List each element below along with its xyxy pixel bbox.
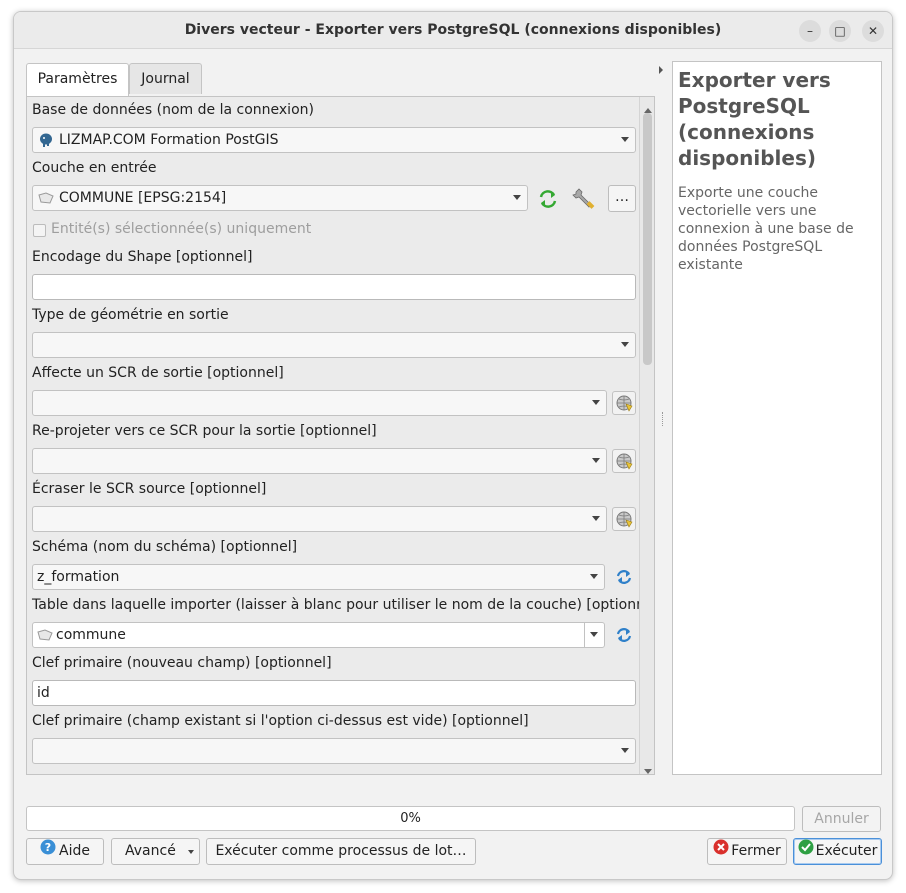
pk-existing-combo[interactable] <box>32 738 636 764</box>
tab-journal[interactable]: Journal <box>129 63 202 94</box>
help-button-label: Aide <box>59 843 90 859</box>
database-value: LIZMAP.COM Formation PostGIS <box>59 132 279 148</box>
advanced-button-label: Avancé <box>125 843 176 859</box>
database-label: Base de données (nom de la connexion) <box>32 102 314 118</box>
postgresql-elephant-icon <box>38 132 54 152</box>
minimize-button[interactable]: – <box>799 20 821 42</box>
table-value: commune <box>56 627 126 643</box>
svg-text:?: ? <box>45 841 51 854</box>
parameters-panel: Base de données (nom de la connexion) LI… <box>26 96 655 775</box>
help-pane: Exporter vers PostgreSQL (connexions dis… <box>672 61 882 775</box>
refresh-icon[interactable] <box>614 625 634 645</box>
chevron-down-icon <box>513 195 521 200</box>
window-title: Divers vecteur - Exporter vers PostgreSQ… <box>184 22 722 38</box>
table-combo[interactable]: commune <box>32 622 605 648</box>
selected-only-label: Entité(s) sélectionnée(s) uniquement <box>51 221 312 237</box>
pk-existing-label: Clef primaire (champ existant si l'optio… <box>32 713 529 729</box>
pk-new-value: id <box>37 685 50 701</box>
chevron-down-icon <box>592 400 600 405</box>
close-button[interactable]: Fermer <box>707 838 787 865</box>
schema-value: z_formation <box>37 569 120 585</box>
layer-options-button[interactable]: … <box>608 185 636 212</box>
progress-bar: 0% <box>26 806 795 831</box>
selected-only-checkbox[interactable] <box>33 224 46 237</box>
reproject-crs-combo[interactable] <box>32 448 607 474</box>
splitter-handle[interactable] <box>662 412 664 426</box>
run-button-label: Exécuter <box>815 843 878 859</box>
scrollbar-thumb[interactable] <box>643 113 652 365</box>
progress-label: 0% <box>400 811 421 826</box>
refresh-icon[interactable] <box>614 567 634 587</box>
shape-encoding-label: Encodage du Shape [optionnel] <box>32 249 253 265</box>
select-crs-button[interactable] <box>612 507 636 531</box>
pk-new-label: Clef primaire (nouveau champ) [optionnel… <box>32 655 332 671</box>
pk-new-input[interactable]: id <box>32 680 636 706</box>
input-layer-value: COMMUNE [EPSG:2154] <box>59 190 227 206</box>
processing-dialog: Divers vecteur - Exporter vers PostgreSQ… <box>13 11 893 880</box>
run-button[interactable]: Exécuter <box>793 838 882 865</box>
table-label: Table dans laquelle importer (laisser à … <box>32 597 655 613</box>
iterate-features-icon[interactable] <box>536 187 560 211</box>
cancel-button[interactable]: Annuler <box>802 806 881 832</box>
help-button[interactable]: ? Aide <box>26 838 104 865</box>
schema-label: Schéma (nom du schéma) [optionnel] <box>32 539 298 555</box>
close-circle-icon <box>713 839 729 864</box>
chevron-down-icon <box>592 516 600 521</box>
shape-encoding-input[interactable] <box>32 274 636 300</box>
database-combo[interactable]: LIZMAP.COM Formation PostGIS <box>32 127 636 153</box>
overwrite-crs-combo[interactable] <box>32 506 607 532</box>
chevron-down-icon <box>590 632 598 637</box>
maximize-button[interactable]: □ <box>829 20 851 42</box>
overwrite-crs-label: Écraser le SCR source [optionnel] <box>32 481 267 497</box>
geometry-type-combo[interactable] <box>32 332 636 358</box>
select-crs-button[interactable] <box>612 391 636 415</box>
help-title: Exporter vers PostgreSQL (connexions dis… <box>678 68 831 170</box>
scroll-down-icon[interactable] <box>644 763 652 774</box>
geometry-type-label: Type de géométrie en sortie <box>32 307 229 323</box>
schema-combo[interactable]: z_formation <box>32 564 605 590</box>
wrench-icon[interactable] <box>571 186 597 212</box>
help-icon: ? <box>40 839 56 864</box>
tab-parametres[interactable]: Paramètres <box>26 63 129 96</box>
input-layer-combo[interactable]: COMMUNE [EPSG:2154] <box>32 185 528 211</box>
assign-crs-combo[interactable] <box>32 390 607 416</box>
chevron-down-icon <box>590 574 598 579</box>
chevron-down-icon <box>621 342 629 347</box>
input-layer-label: Couche en entrée <box>32 160 157 176</box>
chevron-down-icon <box>188 850 194 854</box>
run-batch-button[interactable]: Exécuter comme processus de lot… <box>206 838 476 865</box>
chevron-down-icon <box>621 137 629 142</box>
select-crs-button[interactable] <box>612 449 636 473</box>
chevron-down-icon <box>592 458 600 463</box>
help-description: Exporte une couche vectorielle vers une … <box>678 185 854 273</box>
globe-icon <box>616 395 633 412</box>
globe-icon <box>616 453 633 470</box>
globe-icon <box>616 511 633 528</box>
collapse-help-arrow-icon[interactable] <box>657 64 665 76</box>
title-bar[interactable]: Divers vecteur - Exporter vers PostgreSQ… <box>14 12 892 49</box>
parameters-scrollbar[interactable] <box>639 97 654 774</box>
combo-divider <box>584 623 585 647</box>
polygon-layer-icon <box>37 628 53 646</box>
close-button-label: Fermer <box>731 843 781 859</box>
chevron-down-icon <box>621 748 629 753</box>
reproject-crs-label: Re-projeter vers ce SCR pour la sortie [… <box>32 423 377 439</box>
assign-crs-label: Affecte un SCR de sortie [optionnel] <box>32 365 284 381</box>
close-window-button[interactable]: ✕ <box>862 20 884 42</box>
checkmark-icon <box>798 839 814 864</box>
polygon-layer-icon <box>38 191 54 209</box>
advanced-button[interactable]: Avancé <box>111 838 200 865</box>
